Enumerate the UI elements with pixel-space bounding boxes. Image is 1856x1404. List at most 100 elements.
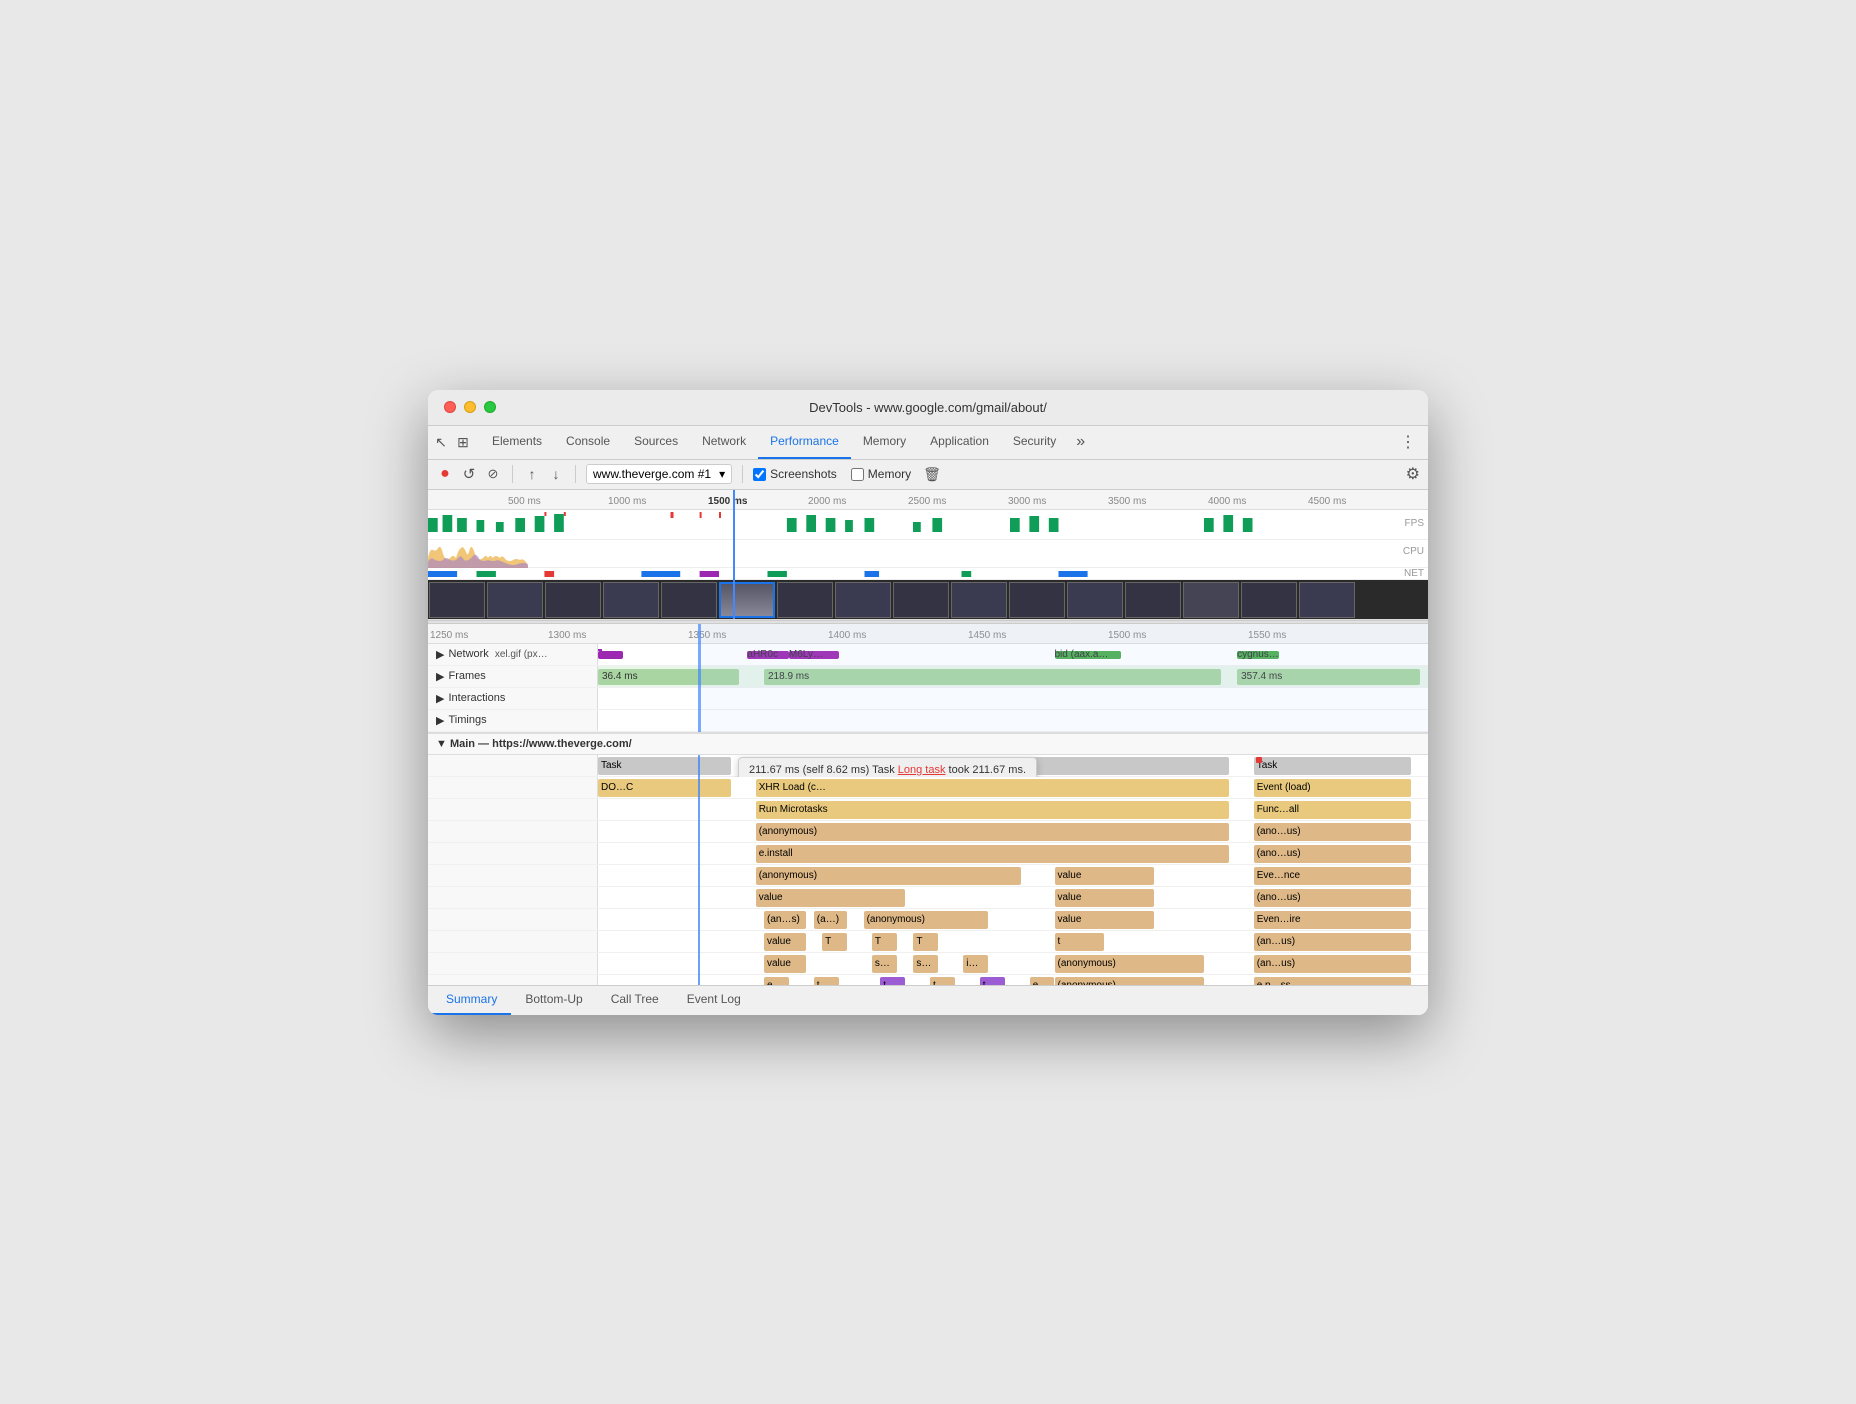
t-block-2[interactable]: T (872, 933, 897, 951)
screenshot-thumb-active[interactable] (719, 582, 775, 618)
frames-row-label[interactable]: ▶ Frames (428, 666, 598, 687)
maximize-button[interactable] (484, 401, 496, 413)
screenshot-thumb[interactable] (1241, 582, 1297, 618)
value-block-6[interactable]: value (764, 955, 806, 973)
interactions-row-label[interactable]: ▶ Interactions (428, 688, 598, 709)
panels-icon[interactable]: ⊞ (454, 433, 472, 451)
screenshot-thumb[interactable] (603, 582, 659, 618)
t-block-1[interactable]: T (822, 933, 847, 951)
tab-memory[interactable]: Memory (851, 425, 918, 459)
upload-button[interactable]: ↑ (523, 465, 541, 483)
screenshot-thumb[interactable] (1299, 582, 1355, 618)
more-tabs-button[interactable]: » (1068, 433, 1093, 451)
value-block-1[interactable]: value (1055, 867, 1155, 885)
minimize-button[interactable] (464, 401, 476, 413)
a-block[interactable]: (a…) (814, 911, 847, 929)
timings-row-label[interactable]: ▶ Timings (428, 710, 598, 731)
anon-block-6[interactable]: (anonymous) (1055, 955, 1204, 973)
doc-block[interactable]: DO…C (598, 779, 731, 797)
url-select[interactable]: www.theverge.com #1 ▾ (586, 464, 732, 484)
flame-row-label-3 (428, 821, 598, 842)
tab-performance[interactable]: Performance (758, 425, 851, 459)
t-block-5[interactable]: t (814, 977, 839, 985)
t-block-3[interactable]: T (913, 933, 938, 951)
reload-button[interactable]: ↺ (460, 465, 478, 483)
network-row-label[interactable]: ▶ Network xel.gif (px… (428, 644, 598, 665)
screenshot-thumb[interactable] (1067, 582, 1123, 618)
einstall-block[interactable]: e.install (756, 845, 1229, 863)
task-block-1[interactable]: Task (598, 757, 731, 775)
cursor-icon[interactable]: ↖ (432, 433, 450, 451)
download-button[interactable]: ↓ (547, 465, 565, 483)
xhr-load-block[interactable]: XHR Load (c… (756, 779, 1229, 797)
t-purple-2[interactable]: t (980, 977, 1005, 985)
tab-elements[interactable]: Elements (480, 425, 554, 459)
record-button[interactable]: ● (436, 465, 454, 483)
an-s-block[interactable]: (an…s) (764, 911, 806, 929)
net-item-m6ly-label: M6Ly… (789, 649, 823, 660)
value-block-2[interactable]: value (756, 889, 905, 907)
network-expand-icon: ▶ (436, 648, 444, 661)
tab-application[interactable]: Application (918, 425, 1001, 459)
screenshot-thumb[interactable] (1183, 582, 1239, 618)
screenshots-checkbox[interactable] (753, 468, 766, 481)
flame-content-4: e.install (ano…us) (598, 843, 1428, 865)
func-all-block[interactable]: Func…all (1254, 801, 1412, 819)
anus-block-2[interactable]: (an…us) (1254, 933, 1412, 951)
tab-console[interactable]: Console (554, 425, 622, 459)
screenshot-thumb[interactable] (951, 582, 1007, 618)
screenshot-thumb[interactable] (835, 582, 891, 618)
even-ire-block[interactable]: Even…ire (1254, 911, 1412, 929)
main-section-header: ▼ Main — https://www.theverge.com/ (428, 733, 1428, 755)
e-block-1[interactable]: e (764, 977, 789, 985)
memory-checkbox-label[interactable]: Memory (851, 467, 911, 481)
value-block-4[interactable]: value (1055, 911, 1155, 929)
settings-button[interactable]: ⚙ (1406, 464, 1420, 484)
bottom-tab-bottomup[interactable]: Bottom-Up (511, 985, 596, 1015)
s2-block[interactable]: s… (913, 955, 938, 973)
tab-kebab-button[interactable]: ⋮ (1392, 432, 1424, 452)
value-block-5[interactable]: value (764, 933, 806, 951)
t-purple-1[interactable]: t (880, 977, 905, 985)
bottom-tab-summary[interactable]: Summary (432, 985, 511, 1015)
tooltip-long-task[interactable]: Long task (898, 764, 946, 776)
anous-block[interactable]: (ano…us) (1254, 889, 1412, 907)
t-block-6[interactable]: t (930, 977, 955, 985)
anon-block-1[interactable]: (anonymous) (756, 823, 1229, 841)
clear-button[interactable]: ⊘ (484, 465, 502, 483)
t-block-4[interactable]: t (1055, 933, 1105, 951)
anon-block-2[interactable]: (ano…us) (1254, 823, 1412, 841)
screenshot-thumb[interactable] (893, 582, 949, 618)
memory-checkbox[interactable] (851, 468, 864, 481)
screenshot-thumb[interactable] (487, 582, 543, 618)
screenshot-thumb[interactable] (429, 582, 485, 618)
anon-block-3[interactable]: (ano…us) (1254, 845, 1412, 863)
i-block[interactable]: i… (963, 955, 988, 973)
close-button[interactable] (444, 401, 456, 413)
e-block-2[interactable]: e (1030, 977, 1055, 985)
microtasks-block[interactable]: Run Microtasks (756, 801, 1229, 819)
screenshot-thumb[interactable] (545, 582, 601, 618)
eve-nce-block[interactable]: Eve…nce (1254, 867, 1412, 885)
screenshot-thumb[interactable] (661, 582, 717, 618)
task-block-3[interactable]: Task (1254, 757, 1412, 775)
tab-sources[interactable]: Sources (622, 425, 690, 459)
bottom-tab-eventlog[interactable]: Event Log (673, 985, 755, 1015)
flame-row-label-2 (428, 799, 598, 820)
anon-block-4[interactable]: (anonymous) (756, 867, 1022, 885)
screenshots-checkbox-label[interactable]: Screenshots (753, 467, 837, 481)
screenshot-thumb[interactable] (1009, 582, 1065, 618)
value-block-3[interactable]: value (1055, 889, 1155, 907)
tab-security[interactable]: Security (1001, 425, 1068, 459)
tab-network[interactable]: Network (690, 425, 758, 459)
ep-ss-block[interactable]: e.p…ss (1254, 977, 1412, 985)
screenshot-thumb[interactable] (1125, 582, 1181, 618)
anon-block-5[interactable]: (anonymous) (864, 911, 989, 929)
anon-block-7[interactable]: (anonymous) (1055, 977, 1204, 985)
screenshot-thumb[interactable] (777, 582, 833, 618)
anus-block-3[interactable]: (an…us) (1254, 955, 1412, 973)
bottom-tab-calltree[interactable]: Call Tree (597, 985, 673, 1015)
s1-block[interactable]: s… (872, 955, 897, 973)
trash-button[interactable]: 🗑 (923, 466, 941, 483)
event-load-block[interactable]: Event (load) (1254, 779, 1412, 797)
